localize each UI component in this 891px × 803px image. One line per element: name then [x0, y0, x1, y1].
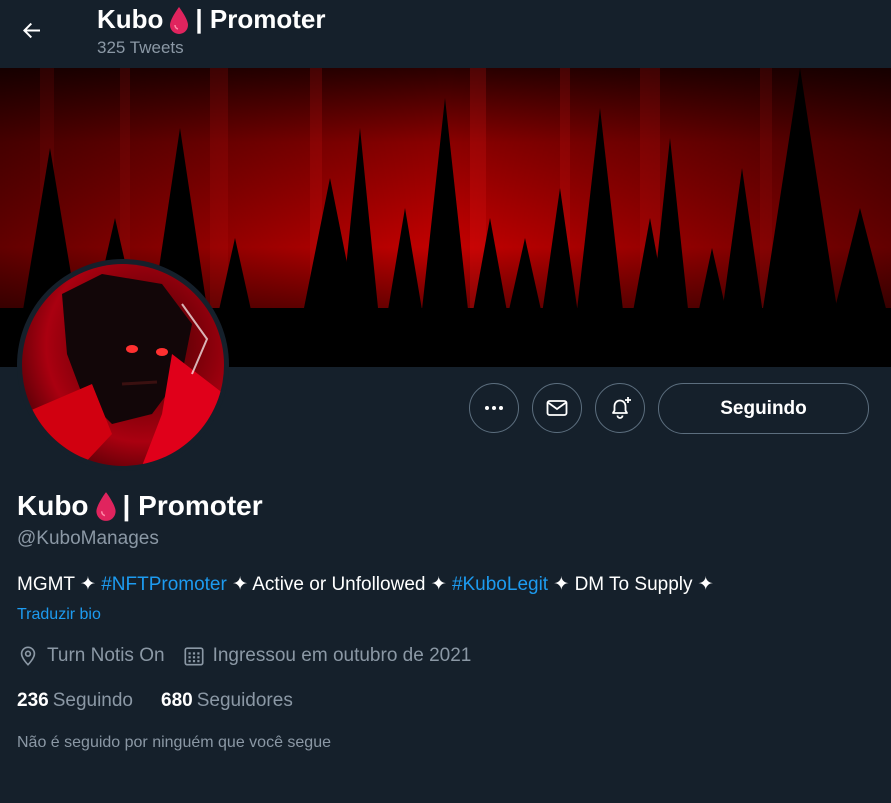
more-icon — [485, 406, 503, 410]
notification-bell-plus-icon — [612, 397, 631, 419]
following-count: 236 — [17, 690, 49, 711]
hashtag-link[interactable]: #KuboLegit — [452, 574, 548, 595]
followers-link[interactable]: 680 Seguidores — [161, 690, 293, 712]
location-pin-icon — [20, 646, 36, 666]
top-bar: Kubo | Promoter 325 Tweets — [0, 0, 891, 68]
avatar[interactable] — [17, 259, 229, 471]
header-name-suffix: | Promoter — [195, 4, 326, 34]
back-button[interactable] — [14, 12, 50, 48]
hashtag-link[interactable]: #NFTPromoter — [101, 574, 227, 595]
bio-text-1: MGMT ✦ — [17, 574, 102, 595]
followed-by-text: Não é seguido por ninguém que você segue — [17, 734, 331, 751]
following-label: Seguindo — [52, 690, 133, 711]
header-name: Kubo — [97, 4, 164, 34]
profile-name: Kubo — [17, 490, 89, 521]
location-text: Turn Notis On — [47, 645, 165, 666]
display-name: Kubo | Promoter — [17, 490, 263, 522]
more-button[interactable] — [469, 383, 519, 433]
blood-drop-icon — [95, 492, 116, 521]
join-date-text: Ingressou em outubro de 2021 — [212, 645, 472, 666]
profile-meta: Turn Notis On Ingressou em outubro de 20… — [17, 645, 489, 667]
message-button[interactable] — [532, 383, 582, 433]
translate-bio-link[interactable]: Traduzir bio — [17, 606, 101, 624]
bio-text-2: ✦ Active or Unfollowed ✦ — [226, 574, 452, 595]
followers-count: 680 — [161, 690, 193, 711]
following-link[interactable]: 236 Seguindo — [17, 690, 133, 712]
join-date: Ingressou em outubro de 2021 — [183, 645, 472, 667]
header-title: Kubo | Promoter — [97, 4, 326, 35]
notifications-button[interactable] — [595, 383, 645, 433]
following-button[interactable]: Seguindo — [658, 383, 869, 434]
follow-stats: 236 Seguindo 680 Seguidores — [17, 690, 293, 712]
mail-icon — [546, 400, 568, 416]
calendar-icon — [184, 647, 204, 666]
location: Turn Notis On — [17, 645, 165, 667]
bio: MGMT ✦ #NFTPromoter ✦ Active or Unfollow… — [17, 573, 714, 596]
tweet-count: 325 Tweets — [97, 38, 184, 57]
profile-name-suffix: | Promoter — [122, 490, 263, 521]
back-arrow-icon — [23, 22, 40, 39]
user-handle: @KuboManages — [17, 528, 159, 549]
blood-drop-icon — [170, 6, 189, 34]
followers-label: Seguidores — [196, 690, 293, 711]
bio-text-3: ✦ DM To Supply ✦ — [548, 574, 714, 595]
